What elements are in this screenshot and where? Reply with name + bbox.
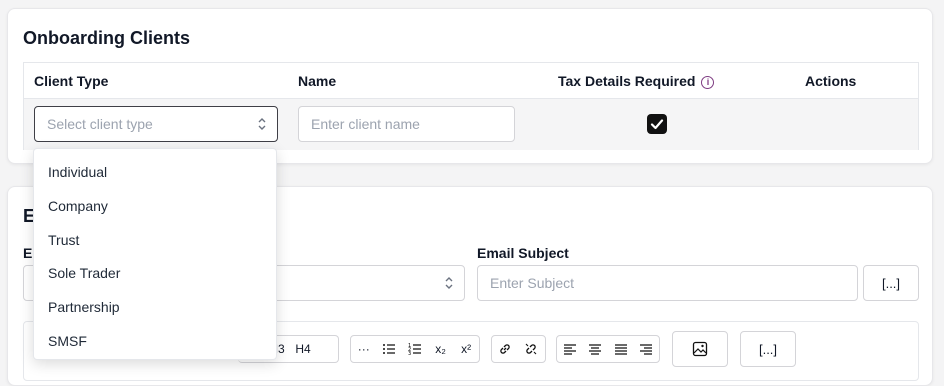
check-icon	[650, 119, 664, 130]
option-partnership[interactable]: Partnership	[48, 299, 120, 315]
svg-text:3: 3	[408, 351, 411, 356]
subscript-button[interactable]: x₂	[428, 336, 454, 362]
insert-image-button[interactable]	[672, 331, 728, 367]
option-sole-trader[interactable]: Sole Trader	[48, 265, 120, 281]
chevron-updown-icon	[445, 277, 453, 289]
client-type-dropdown: Individual Company Trust Sole Trader Par…	[33, 148, 277, 360]
bullet-list-icon[interactable]	[377, 336, 403, 362]
subject-placeholder-button[interactable]: [...]	[863, 265, 919, 301]
image-icon	[692, 341, 708, 357]
link-icon[interactable]	[492, 336, 518, 362]
option-smsf[interactable]: SMSF	[48, 333, 87, 349]
onboarding-title: Onboarding Clients	[23, 28, 191, 48]
insert-placeholder-button[interactable]: [...]	[740, 331, 796, 367]
email-subject-placeholder: Enter Subject	[490, 275, 575, 291]
clients-table: Client Type Name Tax Details Required i A…	[23, 62, 919, 150]
email-subject-input[interactable]: Enter Subject	[477, 265, 858, 301]
unlink-icon[interactable]	[518, 336, 544, 362]
tax-details-checkbox[interactable]	[647, 114, 667, 134]
align-right-icon[interactable]	[634, 336, 660, 362]
option-individual[interactable]: Individual	[48, 164, 107, 180]
align-center-icon[interactable]	[583, 336, 609, 362]
align-left-icon[interactable]	[557, 336, 583, 362]
list-toolbar-group: ··· 123 x₂ x²	[350, 335, 480, 363]
onboarding-card: Onboarding Clients Client Type Name Tax …	[7, 8, 933, 164]
col-tax-details: Tax Details Required i	[558, 73, 715, 89]
col-tax-details-label: Tax Details Required	[558, 73, 696, 89]
numbered-list-icon[interactable]: 123	[402, 336, 428, 362]
email-template-label: E	[23, 245, 33, 261]
client-type-select[interactable]: Select client type	[34, 106, 278, 142]
chevron-updown-icon	[258, 118, 266, 130]
more-button[interactable]: ···	[351, 336, 377, 362]
client-type-placeholder: Select client type	[47, 116, 153, 132]
link-toolbar-group	[491, 335, 546, 363]
superscript-button[interactable]: x²	[453, 336, 479, 362]
option-company[interactable]: Company	[48, 198, 108, 214]
col-actions: Actions	[805, 73, 857, 89]
client-name-placeholder: Enter client name	[311, 116, 420, 132]
table-header: Client Type Name Tax Details Required i A…	[24, 63, 918, 99]
client-name-input[interactable]: Enter client name	[298, 106, 515, 142]
heading-4-button[interactable]: H4	[290, 336, 316, 362]
align-justify-icon[interactable]	[608, 336, 634, 362]
align-toolbar-group	[556, 335, 660, 363]
col-client-type: Client Type	[34, 73, 109, 89]
col-name: Name	[298, 73, 337, 89]
info-icon[interactable]: i	[701, 76, 715, 89]
email-subject-label: Email Subject	[477, 245, 569, 261]
table-row: Select client type Enter client name	[24, 99, 918, 150]
option-trust[interactable]: Trust	[48, 232, 79, 248]
